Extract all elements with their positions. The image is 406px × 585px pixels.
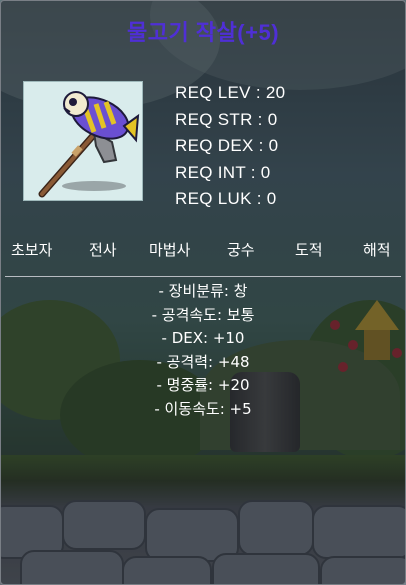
- stats-list: - 장비분류: 창 - 공격속도: 보통 - DEX: +10 - 공격력: +…: [1, 280, 405, 421]
- job-warrior: 전사: [89, 241, 117, 259]
- job-archer: 궁수: [227, 241, 255, 259]
- job-magician: 마법사: [149, 241, 191, 259]
- req-luk: REQ LUK : 0: [175, 189, 277, 208]
- item-tooltip: 물고기 작살(+5) REQ LEV : 20 REQ STR : 0 REQ …: [0, 0, 406, 585]
- requirements-list: REQ LEV : 20 REQ STR : 0 REQ DEX : 0 REQ…: [175, 80, 285, 213]
- stat-category: - 장비분류: 창: [158, 282, 248, 300]
- req-str: REQ STR : 0: [175, 109, 278, 129]
- req-level: REQ LEV : 20: [175, 83, 286, 102]
- stat-accuracy: - 명중률: +20: [156, 376, 250, 394]
- divider: [5, 276, 401, 277]
- job-list: 초보자 전사 마법사 궁수 도적 해적: [1, 239, 405, 263]
- req-int: REQ INT : 0: [175, 162, 271, 182]
- stat-attack: - 공격력: +48: [156, 352, 250, 371]
- item-name: 물고기 작살(+5): [126, 20, 280, 45]
- stat-attack-speed: - 공격속도: 보통: [151, 305, 255, 324]
- req-dex: REQ DEX : 0: [175, 136, 279, 155]
- item-icon-frame: [23, 81, 143, 201]
- fish-harpoon-icon: [38, 91, 140, 198]
- stat-dex: - DEX: +10: [161, 329, 245, 347]
- job-thief: 도적: [295, 241, 323, 259]
- job-pirate: 해적: [363, 241, 391, 259]
- stat-speed: - 이동속도: +5: [154, 399, 252, 418]
- job-beginner: 초보자: [11, 241, 53, 259]
